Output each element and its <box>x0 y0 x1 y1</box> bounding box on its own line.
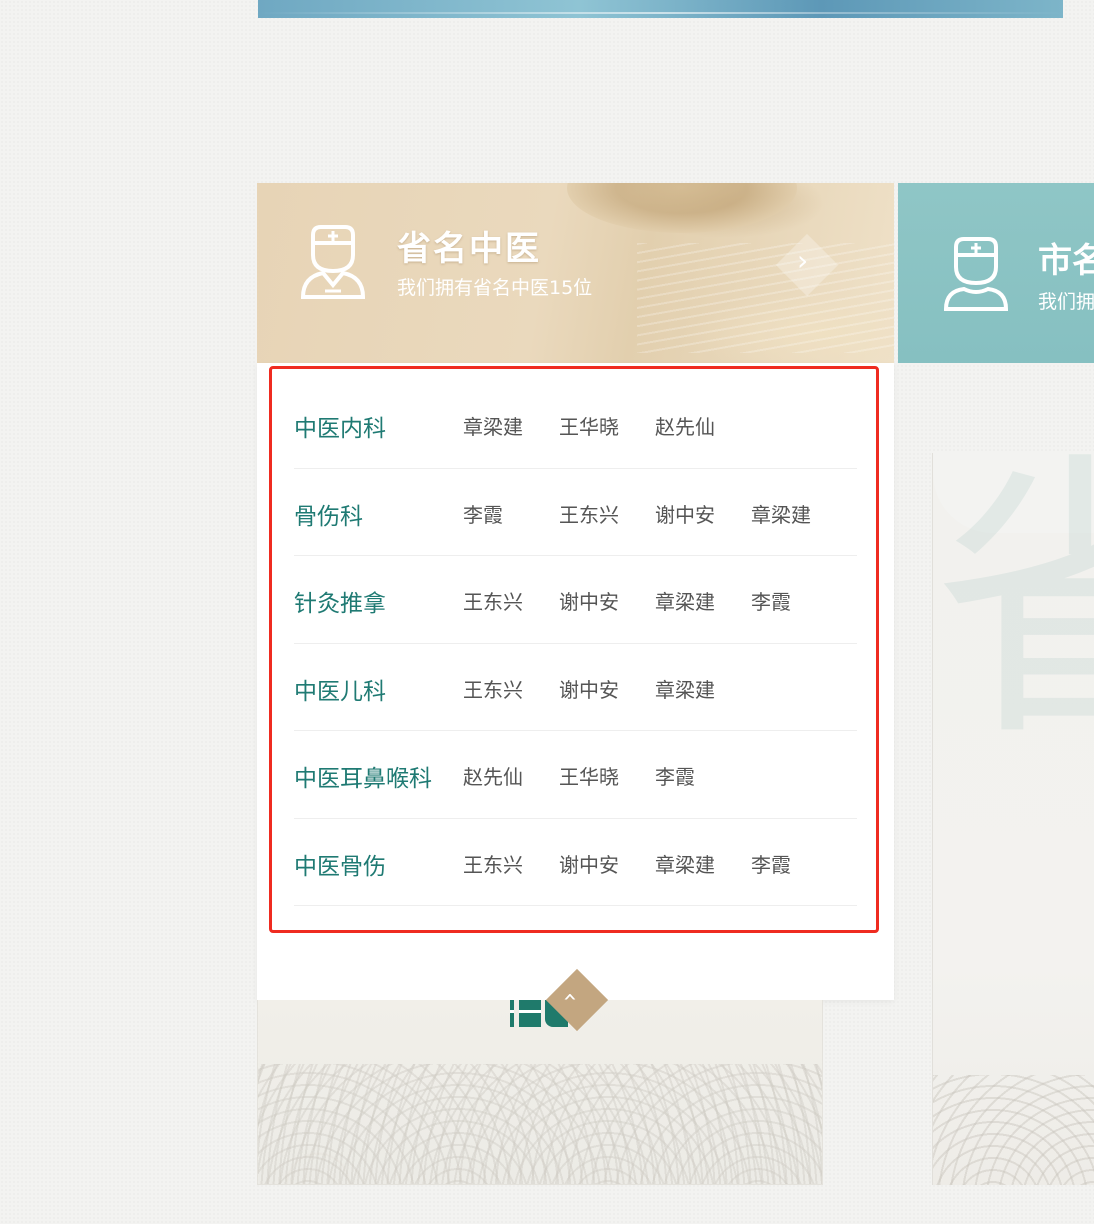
doctor-icon <box>300 225 366 299</box>
card-background-image: 省 <box>932 453 1094 1185</box>
card-bottom-image <box>257 1000 823 1185</box>
card-subtitle: 我们拥有省名中医15位 <box>397 277 593 299</box>
highlight-annotation-box <box>269 366 879 933</box>
card-title: 市名 <box>1038 241 1094 281</box>
card-title: 省名中医 <box>397 229 541 269</box>
card-subtitle: 我们拥 <box>1038 291 1094 313</box>
chevron-up-icon[interactable]: › <box>555 992 583 1002</box>
wave-pattern <box>258 1064 822 1184</box>
wave-pattern <box>933 1075 1094 1185</box>
bowl-decoration <box>567 183 797 233</box>
calligraphy-char: 省 <box>933 453 1094 753</box>
ginseng-decoration <box>637 243 894 353</box>
top-banner <box>258 0 1063 18</box>
chevron-right-icon[interactable]: › <box>797 244 808 277</box>
doctor-icon <box>943 237 1009 311</box>
city-doctors-card-header[interactable]: 市名 我们拥 <box>898 183 1094 363</box>
provincial-doctors-card-header[interactable]: 省名中医 我们拥有省名中医15位 › <box>257 183 894 363</box>
